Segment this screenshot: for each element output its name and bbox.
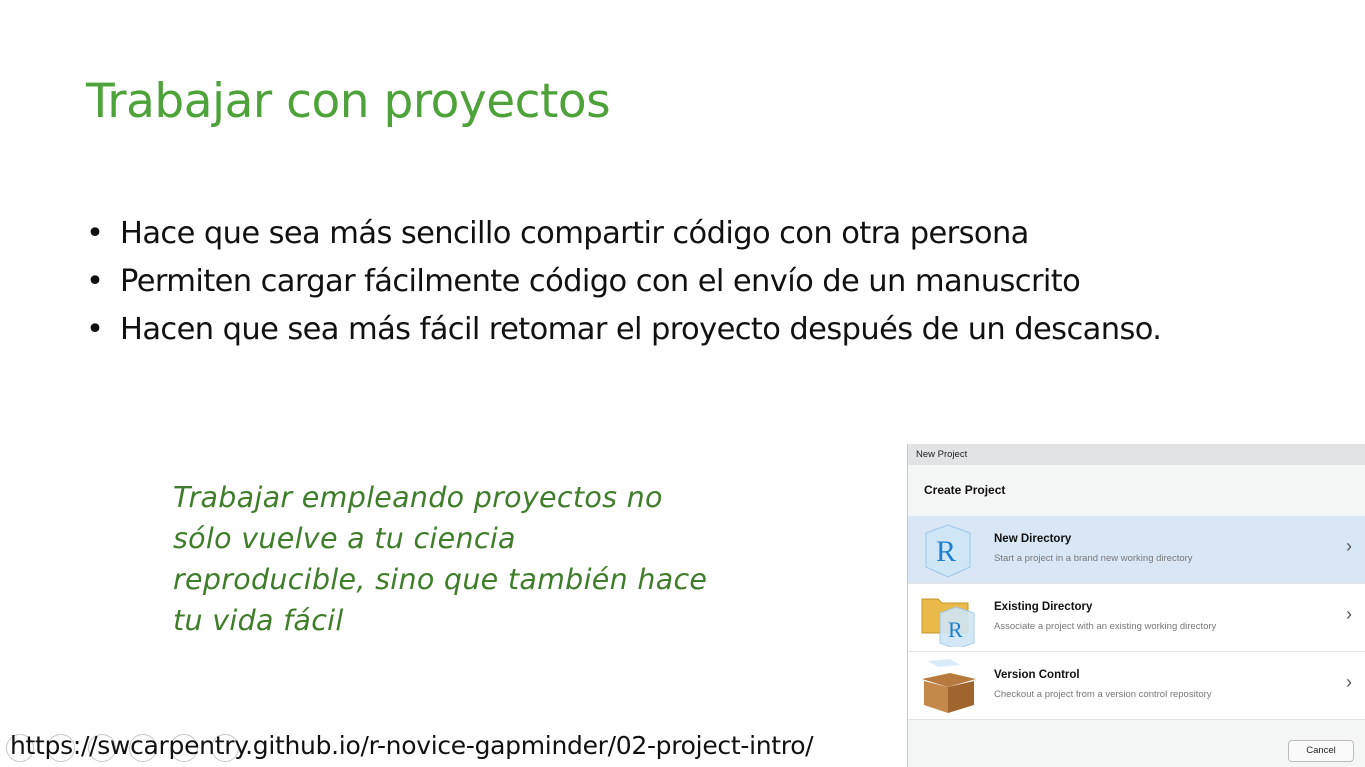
folder-r-icon: R: [921, 598, 975, 647]
bullet-item: • Permiten cargar fácilmente código con e…: [86, 264, 1081, 299]
option-desc: Associate a project with an existing wor…: [994, 621, 1217, 632]
bullet-item: • Hace que sea más sencillo compartir cód…: [86, 216, 1029, 251]
bullet-list: • Hace que sea más sencillo compartir cód…: [86, 212, 1162, 356]
cancel-button[interactable]: Cancel: [1288, 740, 1354, 762]
chevron-right-icon: ›: [1346, 536, 1352, 556]
option-name: New Directory: [994, 533, 1072, 545]
svg-text:R: R: [936, 535, 956, 568]
chevron-right-icon: ›: [1346, 604, 1352, 624]
source-url[interactable]: https://swcarpentry.github.io/r-novice-g…: [10, 731, 814, 760]
chevron-right-icon: ›: [1346, 672, 1352, 692]
box-icon: [922, 659, 976, 713]
option-name: Version Control: [994, 669, 1080, 681]
dialog-title: New Project: [908, 444, 1365, 465]
option-version-control[interactable]: Version Control Checkout a project from …: [908, 652, 1365, 720]
new-project-dialog: New Project Create Project R New Directo…: [907, 444, 1365, 767]
dialog-heading: Create Project: [924, 483, 1006, 497]
option-existing-directory[interactable]: R Existing Directory Associate a project…: [908, 584, 1365, 652]
slide-title: Trabajar con proyectos: [86, 74, 611, 129]
bullet-item: • Hacen que sea más fácil retomar el proy…: [86, 312, 1162, 347]
quote-text: Trabajar empleando proyectos no sólo vue…: [173, 481, 708, 637]
option-desc: Checkout a project from a version contro…: [994, 689, 1212, 700]
option-new-directory[interactable]: R New Directory Start a project in a bra…: [908, 516, 1365, 584]
r-cube-icon: R: [925, 524, 971, 578]
svg-text:R: R: [948, 617, 963, 642]
option-name: Existing Directory: [994, 601, 1093, 613]
option-desc: Start a project in a brand new working d…: [994, 553, 1193, 564]
